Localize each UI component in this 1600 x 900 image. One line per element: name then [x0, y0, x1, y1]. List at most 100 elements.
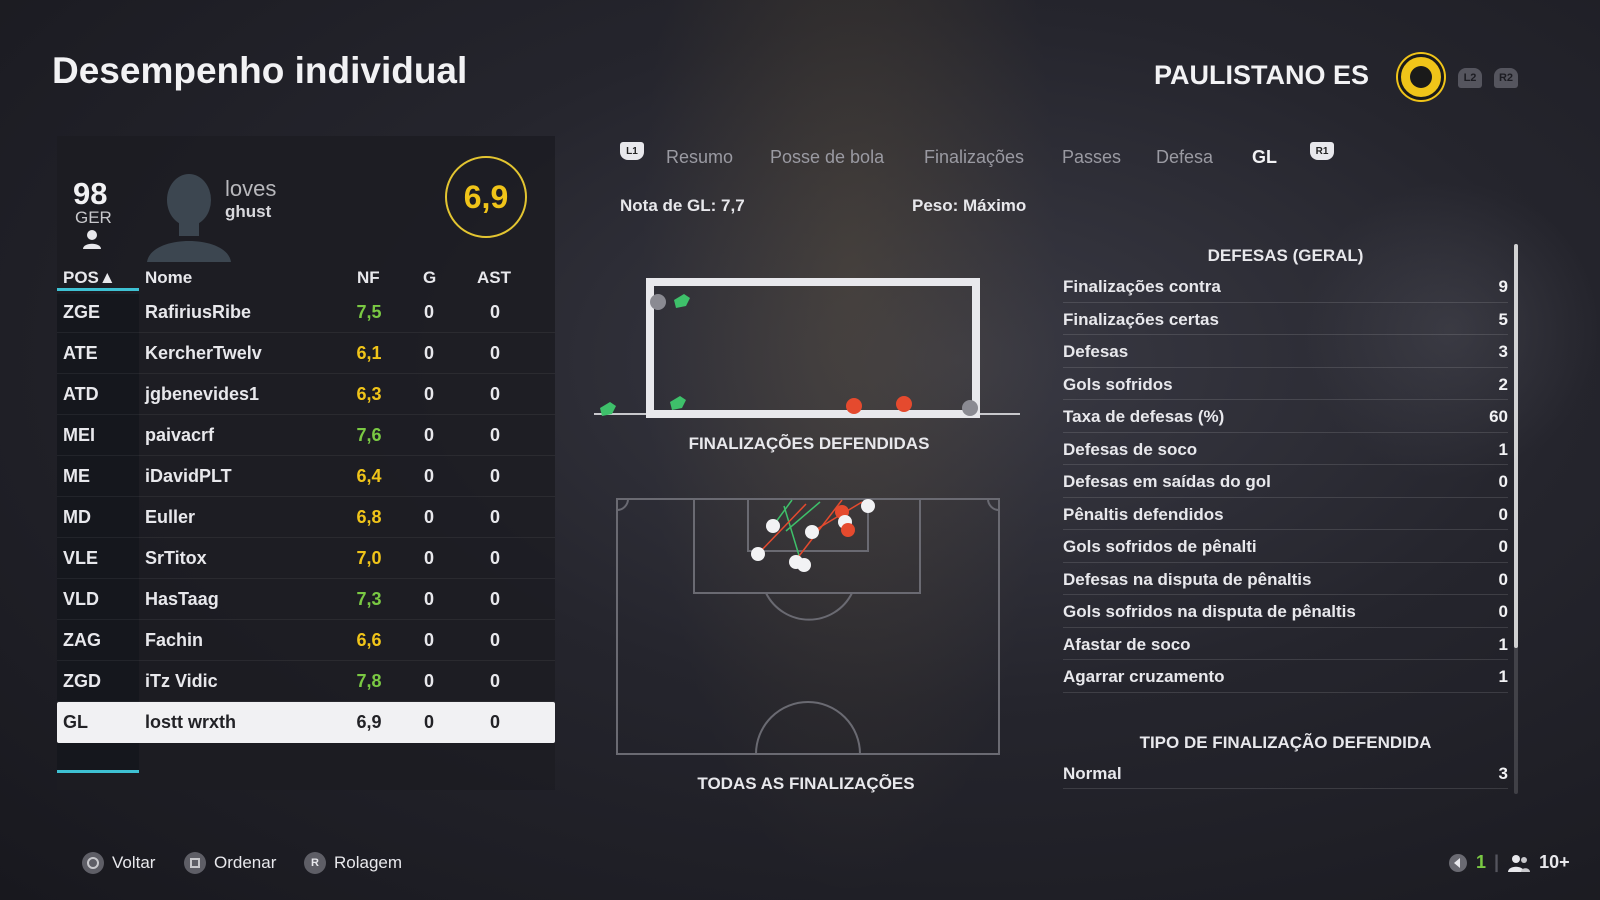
stat-row: Gols sofridos 2 — [1063, 368, 1508, 400]
stat-value: 0 — [1498, 472, 1508, 491]
row-player-name: RafiriusRibe — [145, 302, 252, 322]
sort-button[interactable]: Ordenar — [184, 852, 276, 874]
tab-resumo[interactable]: Resumo — [666, 147, 733, 168]
stat-value: 60 — [1489, 407, 1508, 426]
shot-origin-marker — [805, 525, 819, 539]
back-label: Voltar — [112, 853, 156, 872]
row-rating: 6,4 — [356, 466, 382, 486]
row-player-name: SrTitox — [145, 548, 207, 568]
table-row[interactable]: VLE SrTitox 7,0 0 0 — [57, 538, 555, 579]
stat-row: Defesas na disputa de pênaltis 0 — [1063, 563, 1508, 595]
row-assists: 0 — [489, 630, 500, 650]
table-row[interactable]: ZGE RafiriusRibe 7,5 0 0 — [57, 292, 555, 333]
all-shots-caption: TODAS AS FINALIZAÇÕES — [697, 774, 915, 793]
table-row[interactable]: ATD jgbenevides1 6,3 0 0 — [57, 374, 555, 415]
r1-button-icon[interactable]: R1 — [1310, 142, 1334, 160]
stat-label: Gols sofridos na disputa de pênaltis — [1063, 602, 1356, 621]
stat-row: Finalizações contra 9 — [1063, 270, 1508, 303]
penalty-arc — [765, 592, 853, 621]
sort-label: Ordenar — [214, 853, 277, 872]
tab-defesa[interactable]: Defesa — [1156, 147, 1213, 168]
stat-label: Normal — [1063, 763, 1122, 783]
l1-button-icon[interactable]: L1 — [620, 142, 644, 160]
column-header-name[interactable]: Nome — [145, 268, 192, 288]
table-row[interactable]: ZGD iTz Vidic 7,8 0 0 — [57, 661, 555, 702]
stat-row: Pênaltis defendidos 0 — [1063, 498, 1508, 530]
stat-value: 9 — [1498, 277, 1508, 296]
row-assists: 0 — [489, 466, 500, 486]
team-crest-icon — [1398, 54, 1444, 100]
stat-value: 3 — [1498, 763, 1508, 783]
goal-shot-marker — [841, 523, 855, 537]
goalkeeper-rating: Nota de GL: 7,7 — [620, 196, 745, 215]
table-row[interactable]: MD Euller 6,8 0 0 — [57, 497, 555, 538]
row-player-name: lostt wrxth — [145, 712, 237, 732]
column-header-pos[interactable]: POS▲ — [63, 268, 116, 288]
rating-weight: Peso: Máximo — [912, 196, 1027, 215]
stat-label: Defesas — [1063, 342, 1129, 361]
row-position: VLD — [63, 589, 99, 609]
goal-conceded-ball-icon — [846, 398, 862, 414]
shot-origin-marker — [751, 547, 765, 561]
table-row[interactable]: MEI paivacrf 7,6 0 0 — [57, 415, 555, 456]
stat-label: Finalizações contra — [1063, 277, 1221, 296]
row-position: ME — [63, 466, 90, 486]
stat-row: Defesas 3 — [1063, 335, 1508, 368]
player-list-panel: 98 GER loves ghust 6,9 POS▲ Nome NF G AS… — [57, 136, 555, 790]
back-button[interactable]: Voltar — [82, 852, 155, 874]
all-shots-pitch-diagram — [616, 498, 1000, 755]
stat-row: Defesas de soco 1 — [1063, 433, 1508, 465]
saved-shots-caption: FINALIZAÇÕES DEFENDIDAS — [688, 434, 930, 453]
row-goals: 0 — [423, 589, 434, 609]
sort-indicator-line — [57, 288, 139, 291]
goal-conceded-ball-icon — [896, 396, 912, 412]
goalkeeper-start-marker — [650, 294, 666, 310]
stat-label: Defesas na disputa de pênaltis — [1063, 569, 1312, 589]
stat-label: Defesas em saídas do gol — [1063, 472, 1271, 491]
row-player-name: Euller — [145, 507, 196, 527]
stat-row: Gols sofridos na disputa de pênaltis 0 — [1063, 595, 1508, 628]
stat-value: 0 — [1498, 504, 1508, 524]
table-row[interactable]: ZAG Fachin 6,6 0 0 — [57, 620, 555, 661]
table-row[interactable]: ME iDavidPLT 6,4 0 0 — [57, 456, 555, 497]
row-rating: 7,8 — [356, 671, 382, 691]
row-rating: 7,5 — [356, 302, 382, 322]
stats-scrollbar-thumb[interactable] — [1514, 244, 1518, 648]
row-assists: 0 — [489, 302, 500, 322]
r2-button-icon[interactable]: R2 — [1494, 68, 1518, 88]
center-circle — [755, 701, 861, 755]
row-rating: 6,1 — [356, 343, 382, 363]
shot-origin-marker — [766, 519, 780, 533]
stat-label: Pênaltis defendidos — [1063, 504, 1224, 524]
stats-section-title: TIPO DE FINALIZAÇÃO DEFENDIDA — [1139, 732, 1432, 752]
online-count: 10+ — [1539, 852, 1570, 872]
row-rating: 6,3 — [356, 384, 382, 404]
row-position: ZAG — [63, 630, 101, 650]
row-player-name: iDavidPLT — [145, 466, 232, 486]
stat-value: 1 — [1498, 439, 1508, 459]
stat-row: Agarrar cruzamento 1 — [1063, 660, 1508, 693]
tab-finalizacoes[interactable]: Finalizações — [924, 147, 1024, 168]
position-column-end-line — [57, 770, 139, 773]
column-header-ast[interactable]: AST — [477, 268, 511, 288]
row-assists: 0 — [489, 548, 500, 568]
controls-bar: Voltar Ordenar R Rolagem 1 | 10+ — [0, 850, 1600, 884]
row-player-name: iTz Vidic — [145, 671, 218, 691]
stat-label: Afastar de soco — [1063, 634, 1191, 654]
row-rating: 6,9 — [356, 712, 382, 732]
table-row[interactable]: ATE KercherTwelv 6,1 0 0 — [57, 333, 555, 374]
tab-gl[interactable]: GL — [1252, 147, 1277, 168]
scroll-button[interactable]: R Rolagem — [304, 852, 402, 874]
l2-button-icon[interactable]: L2 — [1458, 68, 1482, 88]
row-assists: 0 — [489, 343, 500, 363]
tab-posse-de-bola[interactable]: Posse de bola — [770, 147, 884, 168]
column-header-nf[interactable]: NF — [357, 268, 380, 288]
table-row[interactable]: VLD HasTaag 7,3 0 0 — [57, 579, 555, 620]
table-row-selected[interactable]: GL lostt wrxth 6,9 0 0 — [57, 702, 555, 743]
stat-label: Agarrar cruzamento — [1063, 667, 1225, 686]
tab-passes[interactable]: Passes — [1062, 147, 1121, 168]
save-glove-icon — [670, 396, 686, 410]
goalkeeper-end-marker — [962, 400, 978, 416]
column-header-g[interactable]: G — [423, 268, 436, 288]
stats-scrollbar[interactable] — [1514, 244, 1518, 794]
